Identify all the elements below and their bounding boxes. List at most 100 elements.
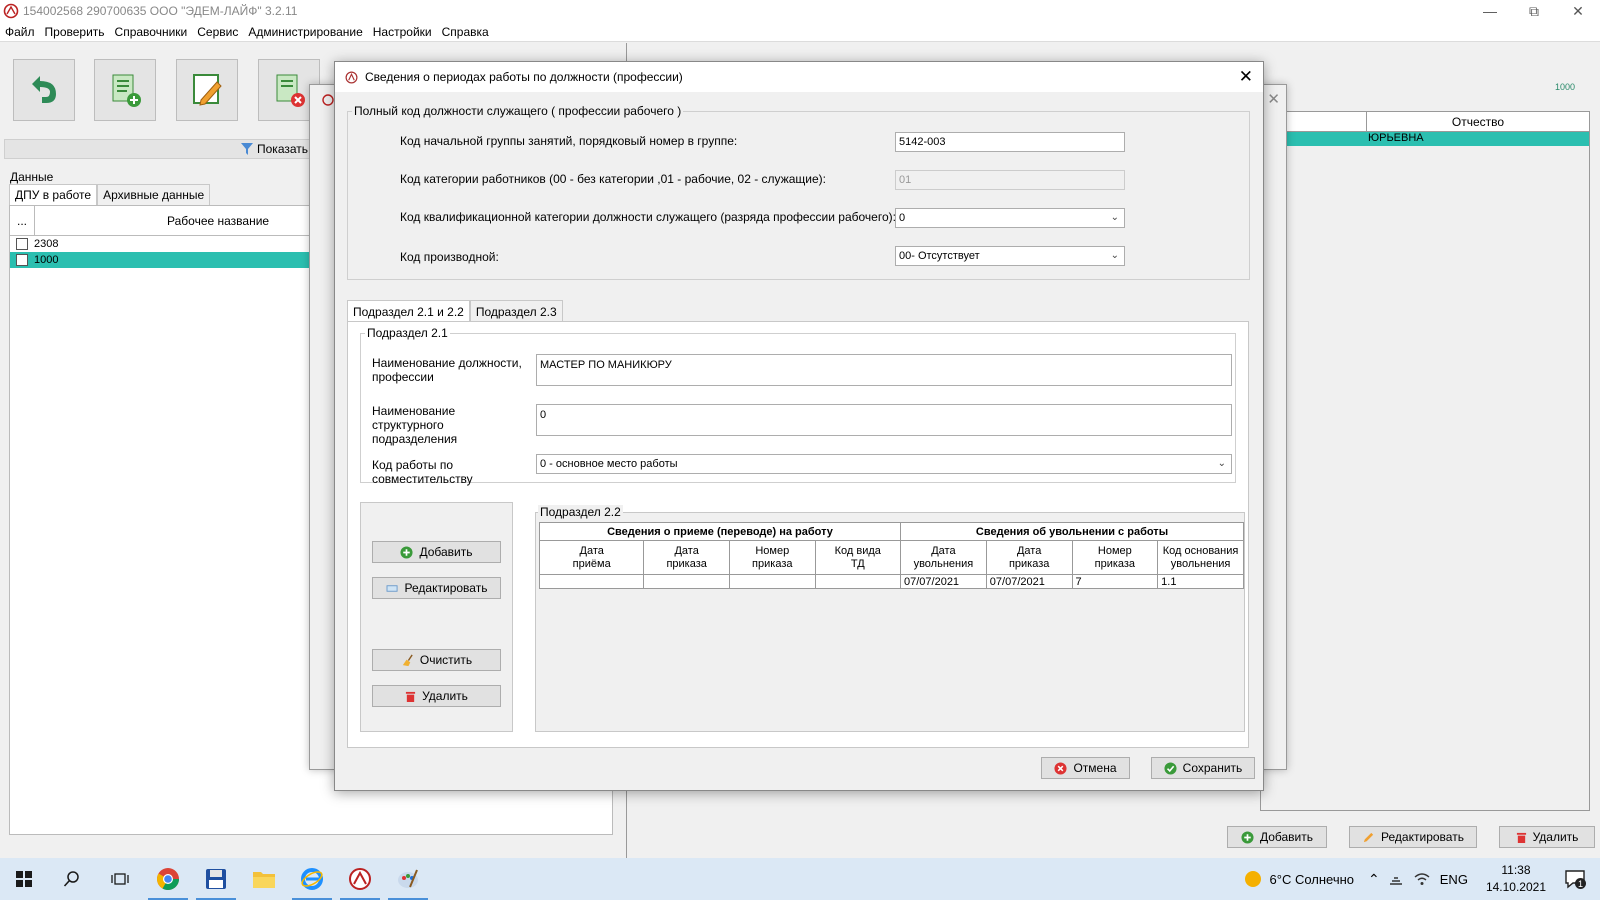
delete-label: Удалить bbox=[1532, 830, 1579, 844]
background-dialog-close-icon[interactable]: ✕ bbox=[1267, 90, 1280, 108]
contract-type-cell[interactable] bbox=[814, 574, 902, 589]
clock-time: 11:38 bbox=[1501, 863, 1531, 877]
edit-document-button[interactable] bbox=[176, 59, 238, 121]
taskbar-internet-explorer[interactable] bbox=[288, 858, 336, 900]
back-button[interactable] bbox=[13, 59, 75, 121]
patronymic-cell: ЮРЬЕВНА bbox=[1368, 132, 1424, 144]
column-header-dismissal-order-date[interactable]: Дата приказа bbox=[985, 540, 1073, 575]
right-action-buttons: Добавить Редактировать Удалить bbox=[1227, 826, 1595, 848]
add-period-button[interactable]: Добавить bbox=[372, 541, 501, 563]
grid-menu-button[interactable]: ... bbox=[10, 206, 35, 235]
column-header-dismissal-basis[interactable]: Код основания увольнения bbox=[1157, 540, 1244, 575]
add-button[interactable]: Добавить bbox=[1227, 826, 1327, 848]
subsection-2-2-group: Подраздел 2.2 Сведения о приеме (перевод… bbox=[535, 505, 1245, 732]
weather-text[interactable]: 6°C Солнечно bbox=[1270, 872, 1355, 887]
task-view-button[interactable] bbox=[96, 858, 144, 900]
taskbar-chrome[interactable] bbox=[144, 858, 192, 900]
position-code-group-label: Полный код должности служащего ( професс… bbox=[352, 104, 684, 118]
dismissal-order-date-cell[interactable]: 07/07/2021 bbox=[985, 574, 1073, 589]
notification-button[interactable]: 1 bbox=[1564, 869, 1586, 889]
hire-order-number-cell[interactable] bbox=[728, 574, 816, 589]
network-icon[interactable] bbox=[1388, 872, 1404, 886]
dialog-close-icon[interactable]: ✕ bbox=[1239, 67, 1253, 87]
dismissal-group-header: Сведения об увольнении с работы bbox=[900, 522, 1244, 541]
column-header-patronymic[interactable]: Отчество bbox=[1367, 112, 1589, 131]
hire-group-header: Сведения о приеме (переводе) на работу bbox=[539, 522, 901, 541]
right-record-value: 1000 bbox=[1555, 82, 1576, 92]
column-header-hire-date[interactable]: Дата приёма bbox=[538, 540, 645, 575]
add-document-button[interactable] bbox=[94, 59, 156, 121]
dialog-titlebar: Сведения о периодах работы по должности … bbox=[335, 62, 1263, 92]
hire-order-date-cell[interactable] bbox=[643, 574, 730, 589]
menu-help[interactable]: Справка bbox=[437, 25, 494, 39]
delete-button[interactable]: Удалить bbox=[1499, 826, 1595, 848]
column-header-dismissal-order-number[interactable]: Номер приказа bbox=[1071, 540, 1159, 575]
edit-period-label: Редактировать bbox=[404, 581, 488, 595]
group-code-label: Код начальной группы занятий, порядковый… bbox=[400, 134, 738, 148]
pencil-icon bbox=[1363, 832, 1374, 842]
dismissal-order-number-cell[interactable]: 7 bbox=[1071, 574, 1159, 589]
column-header-hire-order-date[interactable]: Дата приказа bbox=[643, 540, 730, 575]
edit-period-button[interactable]: Редактировать bbox=[372, 577, 501, 599]
cancel-icon bbox=[1054, 761, 1068, 775]
menu-check[interactable]: Проверить bbox=[40, 25, 110, 39]
minimize-button[interactable]: — bbox=[1468, 0, 1512, 22]
menu-references[interactable]: Справочники bbox=[110, 25, 193, 39]
sun-icon bbox=[1244, 871, 1261, 887]
edit-button[interactable]: Редактировать bbox=[1349, 826, 1477, 848]
task-view-icon bbox=[111, 873, 129, 885]
taskbar-edem-app[interactable] bbox=[336, 858, 384, 900]
search-button[interactable] bbox=[48, 858, 96, 900]
column-header-hire-order-number[interactable]: Номер приказа bbox=[728, 540, 816, 575]
qualification-category-select[interactable]: 0 ⌄ bbox=[895, 208, 1125, 228]
menu-administration[interactable]: Администрирование bbox=[243, 25, 367, 39]
palette-icon bbox=[398, 869, 418, 888]
chevron-up-icon[interactable]: ⌃ bbox=[1368, 871, 1380, 888]
column-header-dismissal-date[interactable]: Дата увольнения bbox=[900, 540, 987, 575]
row-checkbox[interactable] bbox=[16, 238, 28, 250]
taskbar-file-explorer[interactable] bbox=[240, 858, 288, 900]
window-titlebar: 154002568 290700635 ООО "ЭДЕМ-ЛАЙФ" 3.2.… bbox=[0, 0, 1600, 22]
subsection-2-2-label: Подраздел 2.2 bbox=[538, 505, 623, 519]
restore-button[interactable]: ⧉ bbox=[1512, 0, 1556, 22]
dialog-title: Сведения о периодах работы по должности … bbox=[365, 70, 683, 84]
position-name-field[interactable]: МАСТЕР ПО МАНИКЮРУ bbox=[536, 354, 1232, 386]
delete-document-icon bbox=[276, 74, 305, 107]
save-button[interactable]: Сохранить bbox=[1151, 757, 1255, 779]
column-header-contract-type[interactable]: Код вида ТД bbox=[814, 540, 902, 575]
department-name-field[interactable]: 0 bbox=[536, 404, 1232, 436]
menu-file[interactable]: Файл bbox=[0, 25, 40, 39]
menu-settings[interactable]: Настройки bbox=[368, 25, 437, 39]
show-filter-button[interactable]: Показать п bbox=[241, 142, 318, 156]
row-name: 1000 bbox=[34, 254, 59, 266]
broom-icon bbox=[402, 654, 413, 666]
subsection-2-1-group: Подраздел 2.1 Наименование должности, пр… bbox=[360, 326, 1236, 486]
taskbar-save-app[interactable] bbox=[192, 858, 240, 900]
chevron-down-icon: ⌄ bbox=[1217, 458, 1226, 469]
language-indicator[interactable]: ENG bbox=[1440, 872, 1468, 887]
delete-period-button[interactable]: Удалить bbox=[372, 685, 501, 707]
menu-service[interactable]: Сервис bbox=[192, 25, 243, 39]
save-label: Сохранить bbox=[1182, 761, 1243, 775]
tab-archive-records[interactable]: Архивные данные bbox=[97, 184, 211, 206]
close-window-button[interactable]: ✕ bbox=[1556, 0, 1600, 22]
tab-active-records[interactable]: ДПУ в работе bbox=[9, 184, 98, 206]
edit-document-icon bbox=[193, 74, 222, 106]
job-type-select[interactable]: 0 - основное место работы ⌄ bbox=[536, 454, 1232, 474]
table-row[interactable]: 07/07/2021 07/07/2021 7 1.1 bbox=[538, 574, 1244, 589]
clock[interactable]: 11:38 14.10.2021 bbox=[1486, 862, 1546, 896]
start-button[interactable] bbox=[0, 858, 48, 900]
taskbar-paint-app[interactable] bbox=[384, 858, 432, 900]
clear-button[interactable]: Очистить bbox=[372, 649, 501, 671]
dismissal-basis-cell[interactable]: 1.1 bbox=[1157, 574, 1244, 589]
derivative-code-select[interactable]: 00- Отсутствует ⌄ bbox=[895, 246, 1125, 266]
wifi-icon[interactable] bbox=[1414, 872, 1430, 886]
table-row-selected[interactable]: ЮРЬЕВНА bbox=[1261, 132, 1589, 146]
hire-date-cell[interactable] bbox=[538, 574, 645, 589]
job-type-value: 0 - основное место работы bbox=[540, 458, 678, 470]
cancel-button[interactable]: Отмена bbox=[1041, 757, 1130, 779]
dismissal-date-cell[interactable]: 07/07/2021 bbox=[900, 574, 987, 589]
row-checkbox[interactable] bbox=[16, 254, 28, 266]
windows-icon bbox=[16, 871, 32, 887]
group-code-field[interactable]: 5142-003 bbox=[895, 132, 1125, 152]
